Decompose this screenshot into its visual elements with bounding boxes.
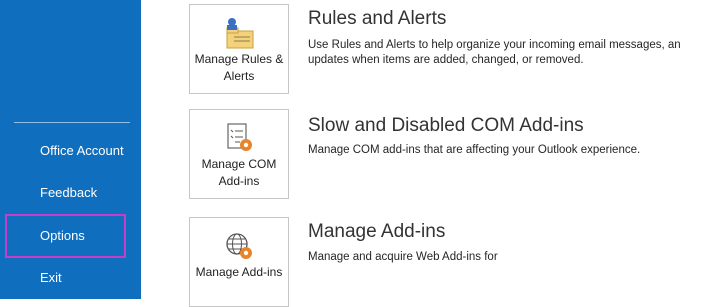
manage-addins-label: Manage Add-ins [195,265,283,279]
manage-rules-alerts-button[interactable]: Manage Rules & Alerts [189,4,289,94]
section-desc-rules-alerts-line2: updates when items are added, changed, o… [308,54,584,66]
rules-alerts-icon [190,17,288,49]
sidebar-divider [14,122,130,123]
section-desc-rules-alerts-line1: Use Rules and Alerts to help organize yo… [308,39,681,51]
com-addins-icon [190,122,288,154]
manage-addins-button[interactable]: Manage Add-ins [189,217,289,307]
section-desc-manage-addins: Manage and acquire Web Add-ins for [308,251,498,263]
manage-com-addins-label: Manage COM Add-ins [201,157,277,188]
sidebar-item-office-account[interactable]: Office Account [0,134,141,168]
backstage-sidebar: Office Account Feedback Options Exit [0,0,141,299]
section-title-rules-alerts: Rules and Alerts [308,8,447,29]
sidebar-item-exit[interactable]: Exit [0,261,141,295]
sidebar-item-feedback[interactable]: Feedback [0,176,141,210]
section-title-manage-addins: Manage Add-ins [308,221,446,242]
section-desc-com-addins: Manage COM add-ins that are affecting yo… [308,144,641,156]
manage-rules-alerts-label: Manage Rules & Alerts [194,52,284,83]
manage-com-addins-button[interactable]: Manage COM Add-ins [189,109,289,199]
sidebar-item-options[interactable]: Options [5,214,126,258]
section-title-com-addins: Slow and Disabled COM Add-ins [308,115,584,136]
globe-gear-icon [190,230,288,262]
